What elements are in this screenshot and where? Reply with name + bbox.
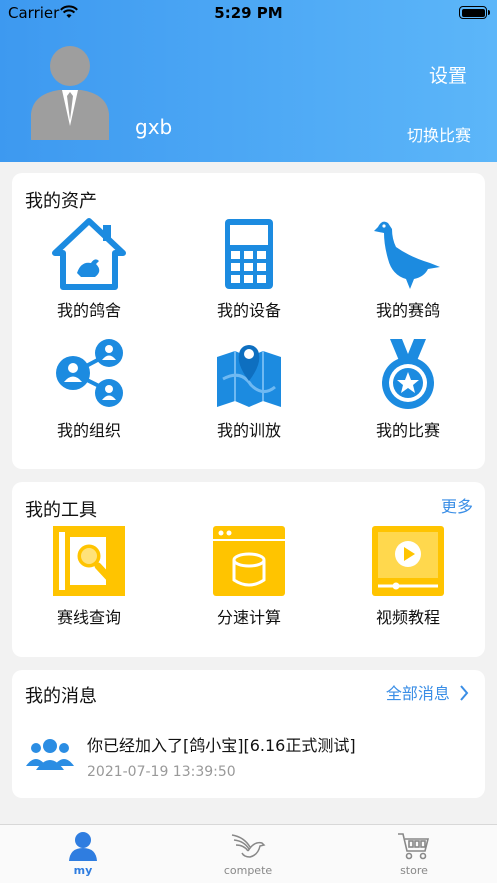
pigeon-wing-icon (231, 834, 266, 858)
tab-store[interactable]: store (354, 831, 474, 877)
tab-my[interactable]: my (23, 831, 143, 877)
tool-item-speed-calc[interactable]: 分速计算 (179, 524, 319, 628)
group-icon (26, 739, 74, 770)
asset-item-device[interactable]: 我的设备 (179, 217, 319, 321)
calculator-window-icon (213, 526, 285, 596)
all-messages-label: 全部消息 (385, 684, 450, 703)
tool-item-video-tutorial[interactable]: 视频教程 (338, 524, 478, 628)
asset-label: 我的赛鸽 (375, 301, 440, 320)
username: gxb (135, 115, 173, 139)
tool-label: 分速计算 (216, 608, 281, 627)
messages-card: 我的消息 全部消息 你已经加入了[鸽小宝][6.16正式测试] 2021-07-… (12, 670, 485, 798)
map-pin-icon (217, 345, 281, 407)
tab-bar: my compete store (0, 824, 497, 883)
switch-competition-button[interactable]: 切换比赛 (407, 122, 471, 146)
tab-label: compete (223, 864, 273, 877)
asset-item-competition[interactable]: 我的比赛 (338, 337, 478, 441)
tab-label: my (73, 864, 93, 877)
organization-icon (56, 339, 123, 407)
cart-icon (398, 833, 430, 860)
tools-card: 我的工具 更多 赛线查询 分速计算 视频教程 (12, 482, 485, 657)
asset-label: 我的设备 (216, 301, 281, 320)
asset-label: 我的训放 (216, 421, 281, 440)
asset-label: 我的鸽舍 (56, 301, 121, 320)
message-time: 2021-07-19 13:39:50 (87, 764, 236, 780)
medal-icon (382, 339, 434, 409)
tool-label: 赛线查询 (56, 608, 121, 627)
device-icon (225, 219, 273, 289)
assets-title: 我的资产 (25, 191, 97, 212)
tool-item-route-query[interactable]: 赛线查询 (19, 524, 159, 628)
status-clock: 5:29 PM (214, 4, 283, 22)
tab-label: store (400, 864, 428, 877)
asset-label: 我的比赛 (375, 421, 440, 440)
person-icon (69, 832, 97, 861)
tools-more-link[interactable]: 更多 (441, 493, 473, 517)
asset-item-training[interactable]: 我的训放 (179, 337, 319, 441)
profile-header: Carrier 5:29 PM gxb 设置 切换比赛 (0, 0, 497, 162)
settings-button[interactable]: 设置 (429, 61, 467, 88)
tool-label: 视频教程 (375, 608, 440, 627)
asset-label: 我的组织 (56, 421, 121, 440)
tools-title: 我的工具 (25, 500, 97, 521)
battery-icon (459, 6, 490, 19)
tab-compete[interactable]: compete (188, 831, 308, 877)
video-icon (372, 526, 444, 596)
status-bar: Carrier 5:29 PM (0, 0, 497, 26)
asset-item-loft[interactable]: 我的鸽舍 (19, 217, 159, 321)
messages-title: 我的消息 (25, 686, 97, 707)
all-messages-link[interactable]: 全部消息 (386, 680, 469, 704)
message-text: 你已经加入了[鸽小宝][6.16正式测试] (87, 736, 356, 755)
house-pigeon-icon (52, 218, 126, 290)
asset-item-organization[interactable]: 我的组织 (19, 337, 159, 441)
chevron-right-icon (460, 685, 469, 701)
search-book-icon (53, 526, 125, 596)
asset-item-racing-pigeon[interactable]: 我的赛鸽 (338, 217, 478, 321)
message-item[interactable]: 你已经加入了[鸽小宝][6.16正式测试] 2021-07-19 13:39:5… (12, 720, 485, 790)
pigeon-icon (374, 221, 440, 289)
assets-card: 我的资产 我的鸽舍 我的设备 我的赛鸽 我的组织 我的训放 我的比赛 (12, 173, 485, 469)
avatar[interactable] (29, 44, 111, 140)
